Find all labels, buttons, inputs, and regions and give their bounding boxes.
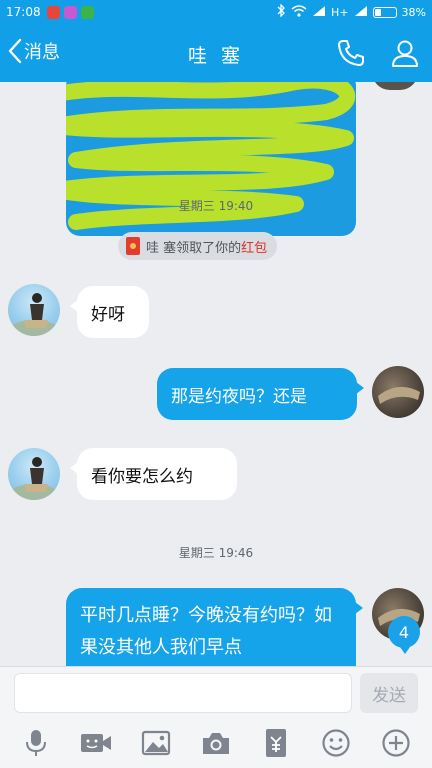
status-bar: 17:08 H+ 38% (0, 0, 432, 24)
battery-icon (372, 6, 397, 18)
microphone-icon[interactable] (16, 723, 56, 763)
input-bar: 发送 (0, 666, 432, 718)
chat-area[interactable]: 星期三 19:40 哇 塞领取了你的 红包 好呀 那是约夜吗？还是 看你要怎么约… (0, 82, 432, 666)
signal-icon (312, 5, 326, 20)
notice-text: 哇 塞领取了你的 (146, 240, 242, 256)
page-title: 哇 塞 (187, 45, 245, 67)
network-type: H+ (331, 5, 349, 19)
message-bubble-outgoing[interactable]: 那是约夜吗？还是 (157, 368, 364, 420)
battery-percent: 38% (401, 5, 426, 19)
chat-header: 消息 哇 塞 (0, 24, 432, 82)
message-bubble-outgoing[interactable]: 平时几点睡？今晚没有约吗？如果没其他人我们早点 (66, 588, 363, 666)
video-icon[interactable] (76, 723, 116, 763)
profile-icon[interactable] (390, 38, 420, 72)
phone-icon[interactable] (336, 38, 366, 72)
camera-icon[interactable] (196, 723, 236, 763)
back-button[interactable]: 消息 (8, 38, 60, 64)
chevron-left-icon (8, 38, 22, 64)
battery-level (374, 8, 381, 16)
plus-icon[interactable] (376, 723, 416, 763)
app-notification-icon (46, 5, 60, 19)
contact-avatar[interactable] (8, 448, 60, 500)
red-packet-icon (126, 237, 140, 255)
chat-toolbar (0, 718, 432, 768)
send-button[interactable]: 发送 (360, 673, 418, 713)
message-bubble-incoming[interactable]: 好呀 (70, 286, 149, 338)
image-icon[interactable] (136, 723, 176, 763)
app-notification-icon (80, 5, 94, 19)
message-input[interactable] (14, 673, 352, 713)
unread-count-badge[interactable]: 4 (388, 616, 420, 654)
status-time: 17:08 (6, 5, 41, 19)
emoji-icon[interactable] (316, 723, 356, 763)
signal-icon (354, 5, 368, 20)
wifi-icon (291, 4, 307, 20)
my-avatar[interactable] (372, 366, 424, 418)
system-notice[interactable]: 哇 塞领取了你的 红包 (118, 232, 278, 260)
message-timestamp: 星期三 19:40 (178, 199, 254, 213)
red-packet-icon[interactable] (256, 723, 296, 763)
my-avatar[interactable] (372, 82, 418, 90)
contact-avatar[interactable] (8, 284, 60, 336)
message-bubble-incoming[interactable]: 看你要怎么约 (70, 448, 237, 500)
red-packet-link[interactable]: 红包 (241, 237, 267, 256)
bluetooth-icon (276, 3, 286, 20)
app-notification-icon (63, 5, 77, 19)
back-label: 消息 (24, 42, 60, 63)
message-timestamp: 星期三 19:46 (178, 546, 254, 560)
